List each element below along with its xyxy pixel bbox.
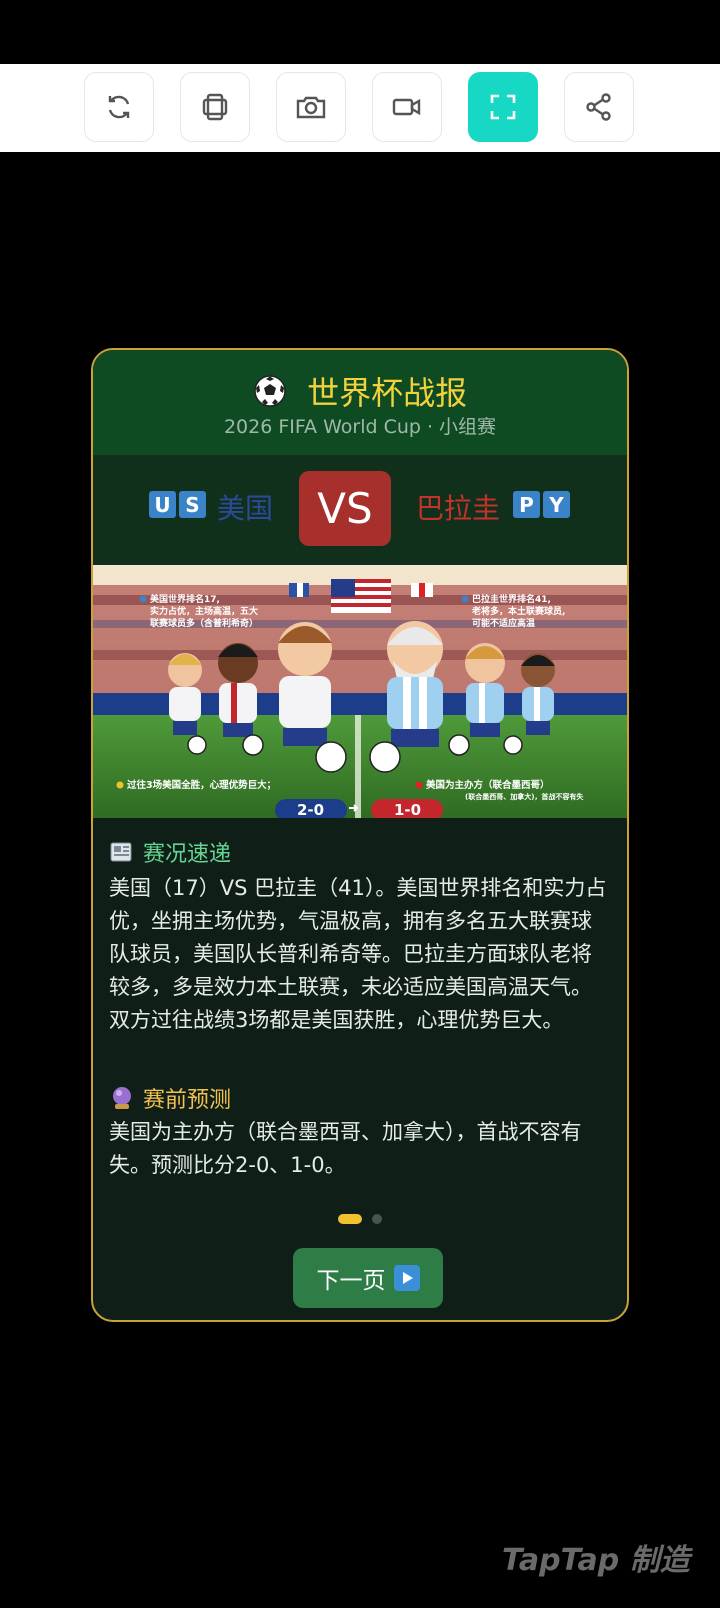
screenshot-button[interactable] xyxy=(276,72,346,142)
away-code-letter: Y xyxy=(543,491,570,518)
card-subtitle: 2026 FIFA World Cup · 小组赛 xyxy=(223,416,497,438)
fullscreen-button[interactable] xyxy=(468,72,538,142)
card-header: 世界杯战报 2026 FIFA World Cup · 小组赛 xyxy=(93,350,627,455)
toolbar xyxy=(0,64,720,152)
fullscreen-icon xyxy=(490,94,516,120)
soccer-ball-icon xyxy=(253,374,287,416)
away-note-line: 老将多，本土联赛球员, xyxy=(471,605,565,617)
refresh-icon xyxy=(108,95,130,119)
home-team-name: 美国 xyxy=(217,492,274,525)
away-note-line: 巴拉圭世界排名41, xyxy=(472,593,551,605)
home-code-letter: S xyxy=(179,491,206,518)
home-code-letter: U xyxy=(149,491,176,518)
news-text: 美国（17）VS 巴拉圭（41）。美国世界排名和实力占优，坐拥主场优势，气温极高… xyxy=(109,876,607,1032)
score-prediction-1: 2-0 xyxy=(297,801,324,818)
host-note: 美国为主办方（联合墨西哥） xyxy=(425,779,550,791)
away-team-name: 巴拉圭 xyxy=(416,492,501,525)
crystal-ball-icon xyxy=(113,1087,131,1109)
newspaper-icon xyxy=(110,842,132,862)
match-illustration: 美国世界排名17, 实力占优，主场高温，五大 联赛球员多（含普利希奇） 巴拉圭世… xyxy=(93,565,627,818)
match-report-card: 世界杯战报 2026 FIFA World Cup · 小组赛 U S 美国 V… xyxy=(91,348,629,1322)
page-indicator xyxy=(93,1214,627,1224)
news-section-title: 赛况速递 xyxy=(109,836,231,868)
card-title: 世界杯战报 xyxy=(307,374,468,412)
home-note-line: 美国世界排名17, xyxy=(150,593,220,605)
camera-icon xyxy=(296,96,326,119)
home-note-line: 联赛球员多（含普利希奇） xyxy=(150,617,258,629)
next-page-button[interactable]: 下一页 xyxy=(293,1248,443,1308)
prediction-text: 美国为主办方（联合墨西哥、加拿大），首战不容有失。预测比分2-0、1-0。 xyxy=(109,1120,582,1177)
home-team-code: U S xyxy=(149,491,206,518)
next-page-label: 下一页 xyxy=(316,1268,386,1294)
home-note-line: 实力占优，主场高温，五大 xyxy=(150,605,258,617)
score-prediction-2: 1-0 xyxy=(394,801,421,818)
vs-badge: VS xyxy=(299,471,391,546)
page-dot[interactable] xyxy=(372,1214,382,1224)
video-icon xyxy=(392,98,421,116)
away-note-line: 可能不适应高温 xyxy=(472,617,535,629)
history-note: 过往3场美国全胜，心理优势巨大； xyxy=(127,779,276,791)
share-icon xyxy=(586,93,611,121)
play-icon xyxy=(393,1265,420,1291)
refresh-button[interactable] xyxy=(84,72,154,142)
rotate-screen-button[interactable] xyxy=(180,72,250,142)
versus-bar: U S 美国 VS 巴拉圭 P Y xyxy=(93,455,627,565)
stadium-flag-usa xyxy=(331,579,391,613)
prediction-section-title: 赛前预测 xyxy=(109,1082,231,1114)
host-note-sub: (联合墨西哥、加拿大)，首战不容有失 xyxy=(465,792,584,801)
record-video-button[interactable] xyxy=(372,72,442,142)
away-team-code: P Y xyxy=(513,491,570,518)
page-dot-active[interactable] xyxy=(338,1214,362,1224)
taptap-watermark: TapTap 制造 xyxy=(502,1543,690,1578)
rotate-screen-icon xyxy=(202,93,228,121)
share-button[interactable] xyxy=(564,72,634,142)
away-code-letter: P xyxy=(513,491,540,518)
